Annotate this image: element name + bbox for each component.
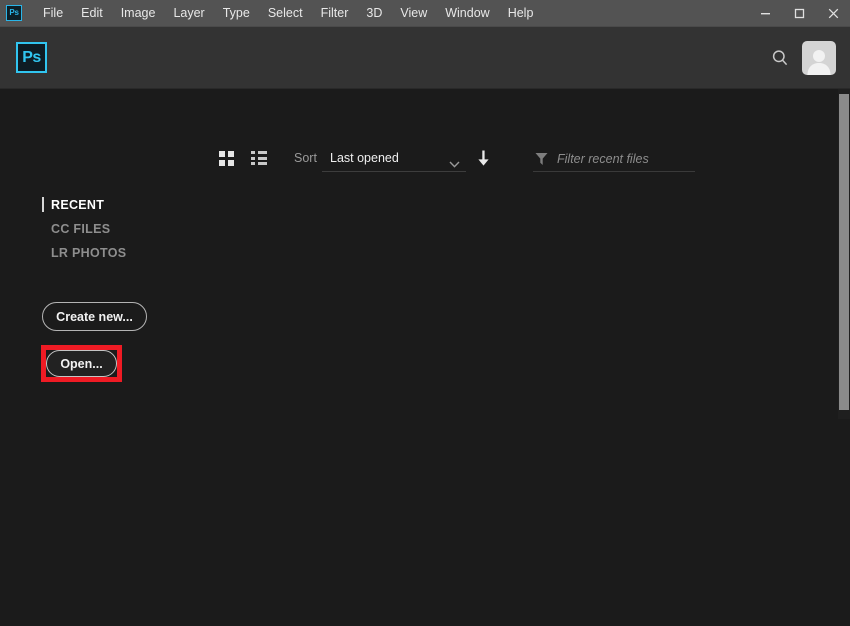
minimize-button[interactable] (748, 0, 782, 27)
close-icon (828, 8, 838, 19)
search-button[interactable] (766, 44, 794, 72)
sort-dropdown-value: Last opened (330, 151, 399, 165)
recent-files-toolbar: Sort Last opened (0, 142, 850, 176)
open-button[interactable]: Open... (46, 350, 117, 377)
app-icon: Ps (6, 5, 22, 21)
menu-item-select[interactable]: Select (259, 2, 312, 24)
list-view-icon (251, 151, 267, 165)
menu-item-view[interactable]: View (391, 2, 436, 24)
user-avatar-icon (807, 50, 831, 75)
menu-item-file[interactable]: File (34, 2, 72, 24)
chevron-down-icon (449, 155, 460, 173)
grid-view-button[interactable] (214, 146, 238, 170)
sort-label: Sort (294, 151, 317, 165)
list-view-button[interactable] (247, 146, 271, 170)
minimize-icon (760, 13, 770, 15)
menu-item-image[interactable]: Image (112, 2, 165, 24)
menu-bar: Ps File Edit Image Layer Type Select Fil… (0, 0, 850, 27)
menu-item-window[interactable]: Window (436, 2, 498, 24)
app-header-bar: Ps (0, 27, 850, 89)
photoshop-start-screen: Ps File Edit Image Layer Type Select Fil… (0, 0, 850, 626)
start-workspace: Sort Last opened Filter recent files REC… (0, 89, 850, 626)
sidebar-item-lr-photos[interactable]: LR PHOTOS (42, 241, 202, 265)
filter-funnel-icon (535, 152, 548, 166)
sort-dropdown[interactable]: Last opened (322, 146, 466, 172)
arrow-down-icon (477, 150, 489, 166)
scrollbar-track[interactable] (838, 89, 850, 419)
sidebar-item-cc-files[interactable]: CC FILES (42, 217, 202, 241)
scrollbar-thumb[interactable] (839, 94, 849, 410)
maximize-button[interactable] (782, 0, 816, 27)
open-button-group: Open... (41, 345, 122, 382)
menu-item-type[interactable]: Type (214, 2, 259, 24)
close-button[interactable] (816, 0, 850, 27)
photoshop-logo: Ps (16, 42, 47, 73)
menu-item-edit[interactable]: Edit (72, 2, 112, 24)
filter-recent-files-input[interactable] (557, 151, 687, 166)
sort-direction-button[interactable] (473, 147, 493, 169)
filter-recent-files-field[interactable] (533, 146, 695, 172)
sidebar-item-recent[interactable]: RECENT (42, 193, 202, 217)
create-new-button[interactable]: Create new... (42, 302, 147, 331)
grid-view-icon (218, 150, 234, 166)
window-controls (748, 0, 850, 27)
user-avatar[interactable] (802, 41, 836, 75)
menu-item-filter[interactable]: Filter (312, 2, 358, 24)
recent-sidebar: RECENT CC FILES LR PHOTOS (42, 193, 202, 265)
search-icon (772, 50, 788, 66)
maximize-icon (794, 8, 804, 19)
menu-item-layer[interactable]: Layer (164, 2, 213, 24)
menu-item-help[interactable]: Help (499, 2, 543, 24)
menu-item-3d[interactable]: 3D (357, 2, 391, 24)
content-scrollbar[interactable] (838, 89, 850, 626)
